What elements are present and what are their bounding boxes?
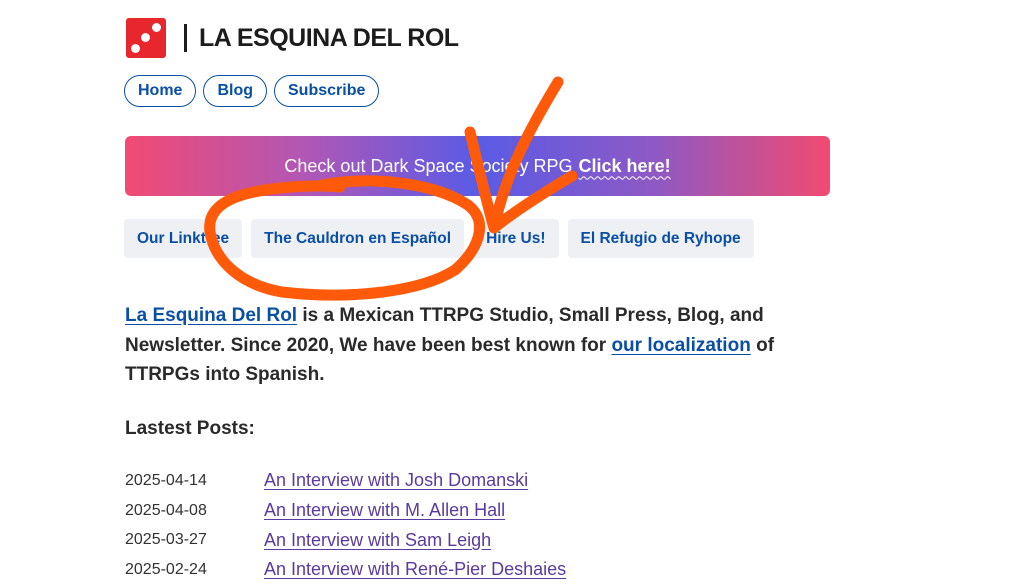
intro-paragraph: La Esquina Del Rol is a Mexican TTRPG St… [125,301,825,390]
title-divider [184,24,187,52]
site-title[interactable]: LA ESQUINA DEL ROL [184,24,459,53]
post-date: 2025-04-08 [125,501,207,519]
post-item: 2025-04-14 An Interview with Josh Domans… [125,466,566,496]
nav-blog-button[interactable]: Blog [203,75,267,107]
refugio-ryhope-button[interactable]: El Refugio de Ryhope [567,219,754,258]
quick-links: Our Linktree The Cauldron en Español Hir… [124,219,754,258]
banner-text: Check out Dark Space Society RPG [284,155,573,176]
post-date: 2025-02-24 [125,560,207,578]
post-date: 2025-04-14 [125,471,207,489]
brand-link[interactable]: La Esquina Del Rol [125,305,297,326]
red-dice-icon[interactable] [126,18,166,58]
site-title-text: LA ESQUINA DEL ROL [199,23,459,52]
post-link[interactable]: An Interview with M. Allen Hall [264,500,505,521]
post-item: 2025-03-27 An Interview with Sam Leigh [125,525,566,555]
nav-subscribe-button[interactable]: Subscribe [274,75,380,107]
cauldron-espanol-button[interactable]: The Cauldron en Español [251,219,465,258]
main-nav: Home Blog Subscribe [124,75,380,107]
site-header: LA ESQUINA DEL ROL [126,18,459,58]
posts-list: 2025-04-14 An Interview with Josh Domans… [125,466,566,585]
post-date: 2025-03-27 [125,531,207,549]
localization-link[interactable]: our localization [611,335,750,356]
post-link[interactable]: An Interview with René-Pier Deshaies [264,559,566,580]
banner-cta-link[interactable]: Click here! [579,156,671,177]
page: LA ESQUINA DEL ROL Home Blog Subscribe C… [0,0,1020,586]
promo-banner[interactable]: Check out Dark Space Society RPG Click h… [125,136,830,196]
post-link[interactable]: An Interview with Sam Leigh [264,530,491,551]
latest-posts-heading: Lastest Posts: [125,418,255,439]
nav-home-button[interactable]: Home [124,75,197,107]
post-item: 2025-04-08 An Interview with M. Allen Ha… [125,496,566,526]
hire-us-button[interactable]: Hire Us! [473,219,559,258]
post-item: 2025-02-24 An Interview with René-Pier D… [125,555,566,585]
linktree-button[interactable]: Our Linktree [124,219,243,258]
post-link[interactable]: An Interview with Josh Domanski [264,470,528,491]
